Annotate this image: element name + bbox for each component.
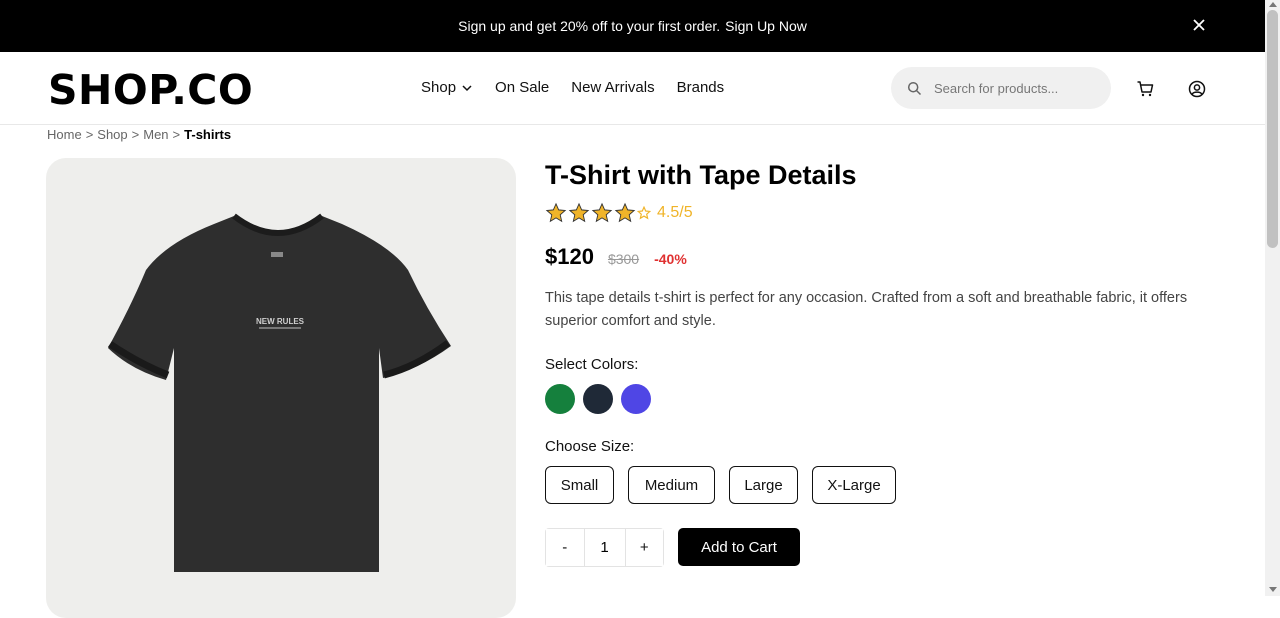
color-swatch-green[interactable] — [545, 384, 575, 414]
colors-label: Select Colors: — [545, 356, 639, 373]
search-bar — [891, 67, 1111, 109]
product-title: T-Shirt with Tape Details — [545, 160, 857, 190]
discount-badge: -40% — [654, 251, 687, 267]
star-filled-icon — [545, 202, 567, 223]
breadcrumb-separator: > — [85, 127, 94, 142]
size-selector: Small Medium Large X-Large — [545, 466, 910, 504]
product-rating: 4.5/5 — [545, 202, 693, 224]
breadcrumb-men[interactable]: Men — [143, 127, 168, 142]
size-small-button[interactable]: Small — [545, 466, 614, 504]
scrollbar-thumb[interactable] — [1267, 10, 1278, 248]
current-price: $120 — [545, 244, 594, 269]
color-swatch-dark-navy[interactable] — [583, 384, 613, 414]
breadcrumb: Home > Shop > Men > T-shirts — [47, 127, 231, 142]
price-row: $120 $300 -40% — [545, 244, 687, 270]
sign-up-link[interactable]: Sign Up Now — [725, 18, 807, 34]
product-description: This tape details t-shirt is perfect for… — [545, 290, 1188, 329]
shirt-print-text: NEW RULES — [256, 317, 305, 326]
site-header: SHOP.CO Shop On Sale New Arrivals Brands — [0, 52, 1265, 125]
quantity-decrease-button[interactable]: - — [546, 529, 584, 566]
main-nav: Shop On Sale New Arrivals Brands — [421, 79, 746, 96]
product-image: NEW RULES — [46, 158, 516, 618]
size-large-button[interactable]: Large — [729, 466, 798, 504]
breadcrumb-shop[interactable]: Shop — [97, 127, 127, 142]
close-icon[interactable] — [1190, 16, 1208, 34]
star-outline-icon — [637, 206, 651, 220]
breadcrumb-home[interactable]: Home — [47, 127, 82, 142]
breadcrumb-current: T-shirts — [184, 127, 232, 142]
color-swatch-indigo[interactable] — [621, 384, 651, 414]
nav-shop-label: Shop — [421, 79, 457, 96]
page-scrollbar[interactable] — [1265, 0, 1280, 596]
user-icon[interactable] — [1188, 80, 1206, 98]
promo-bar: Sign up and get 20% off to your first or… — [0, 0, 1265, 52]
scroll-down-arrow-icon[interactable] — [1269, 587, 1277, 592]
quantity-stepper: - + — [545, 528, 664, 567]
search-icon — [907, 81, 922, 95]
color-selector — [545, 384, 659, 414]
breadcrumb-separator: > — [131, 127, 140, 142]
nav-new-arrivals[interactable]: New Arrivals — [571, 79, 654, 96]
t-shirt-image: NEW RULES — [108, 213, 451, 572]
nav-on-sale[interactable]: On Sale — [495, 79, 549, 96]
promo-text: Sign up and get 20% off to your first or… — [458, 18, 721, 34]
nav-brands[interactable]: Brands — [677, 79, 725, 96]
size-label: Choose Size: — [545, 438, 635, 455]
quantity-input[interactable] — [583, 529, 626, 566]
star-filled-icon — [591, 202, 613, 223]
cart-icon[interactable] — [1136, 80, 1154, 98]
scroll-up-arrow-icon[interactable] — [1269, 2, 1277, 7]
quantity-increase-button[interactable]: + — [625, 529, 663, 566]
star-filled-icon — [568, 202, 590, 223]
size-x-large-button[interactable]: X-Large — [812, 466, 896, 504]
chevron-down-icon — [462, 84, 472, 91]
search-input[interactable] — [932, 79, 1096, 97]
nav-shop[interactable]: Shop — [421, 79, 473, 96]
logo[interactable]: SHOP.CO — [48, 66, 253, 114]
rating-text: 4.5/5 — [657, 204, 693, 221]
original-price: $300 — [607, 251, 640, 267]
size-medium-button[interactable]: Medium — [628, 466, 715, 504]
add-to-cart-button[interactable]: Add to Cart — [678, 528, 800, 566]
breadcrumb-separator: > — [172, 127, 181, 142]
star-filled-icon — [614, 202, 636, 223]
